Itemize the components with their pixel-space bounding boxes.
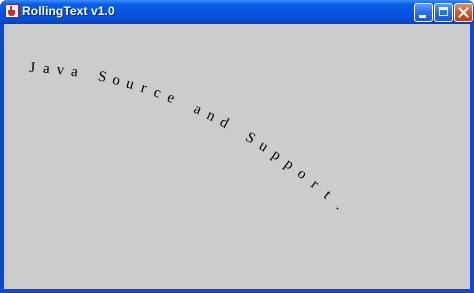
rolling-text-char: a — [42, 61, 50, 78]
maximize-icon — [439, 7, 448, 16]
rolling-text-char: v — [56, 62, 66, 79]
rolling-text-char: e — [165, 89, 177, 106]
rolling-text-canvas: Ja v a So u r c ea n dSupport. — [29, 60, 347, 213]
rolling-text-char: . — [333, 199, 347, 213]
rolling-text-char: u — [124, 76, 136, 94]
rolling-text-char: S — [243, 129, 259, 147]
title-bar[interactable]: RollingText v1.0 — [0, 0, 474, 24]
app-window: RollingText v1.0 JavaSourceandSupport. — [0, 0, 474, 293]
close-button[interactable] — [454, 3, 473, 22]
rolling-text-char: p — [281, 156, 297, 173]
rolling-text-char: a — [191, 101, 204, 118]
rolling-text-char: p — [269, 147, 284, 164]
rolling-text-char: o — [111, 72, 122, 89]
minimize-button[interactable] — [414, 3, 433, 22]
rolling-text-char: S — [97, 69, 109, 86]
maximize-button[interactable] — [434, 3, 453, 22]
content-area: JavaSourceandSupport. — [4, 24, 470, 289]
rolling-text-char: r — [308, 177, 322, 193]
rolling-text-char: o — [294, 166, 310, 183]
close-icon — [458, 7, 469, 18]
rolling-text-char: c — [151, 84, 163, 101]
window-title: RollingText v1.0 — [22, 4, 115, 18]
minimize-icon — [419, 15, 426, 18]
rolling-text-char: t — [320, 188, 334, 203]
rolling-text-char: n — [204, 107, 218, 125]
rolling-text-char: r — [139, 80, 149, 97]
java-cup-icon[interactable] — [5, 4, 19, 18]
rolling-text-char: J — [29, 60, 36, 76]
rolling-text: Ja v a So u r c ea n dSupport. — [29, 60, 347, 213]
rolling-text-char: a — [70, 64, 79, 81]
rolling-text-char: u — [256, 138, 271, 156]
rolling-text-char: d — [217, 114, 232, 132]
